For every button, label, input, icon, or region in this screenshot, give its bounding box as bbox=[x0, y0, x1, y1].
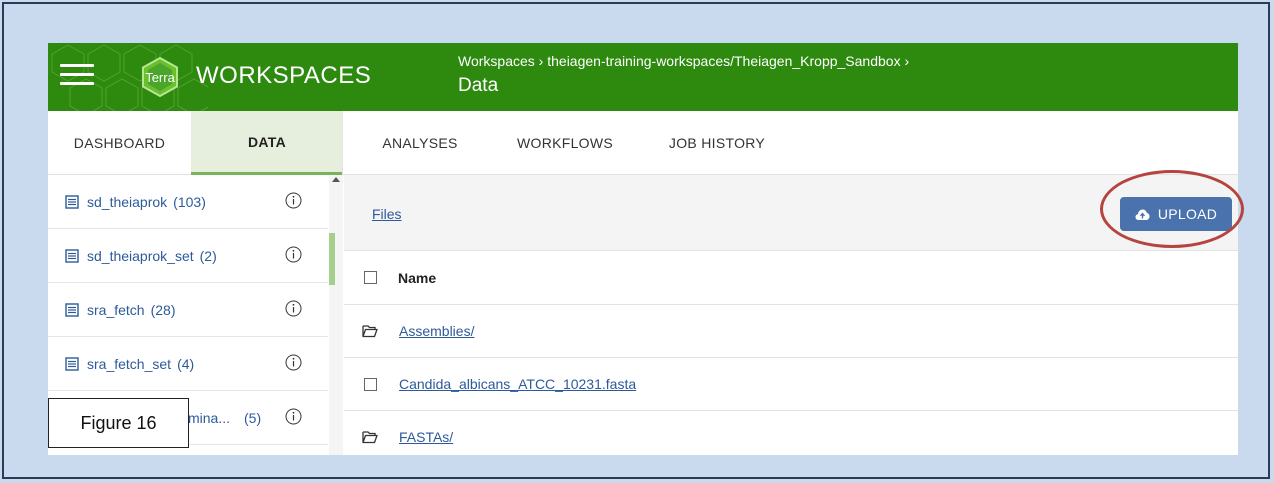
terra-window: Terra WORKSPACES Workspaces › theiagen-t… bbox=[48, 43, 1238, 455]
sidebar-item-label: sra_fetch bbox=[87, 301, 145, 318]
sidebar-item-sra-fetch[interactable]: sra_fetch (28) bbox=[48, 283, 328, 337]
table-icon bbox=[65, 356, 79, 371]
tab-job-history[interactable]: JOB HISTORY bbox=[656, 111, 778, 175]
breadcrumb-workspaces-link[interactable]: Workspaces bbox=[458, 53, 535, 69]
row-checkbox[interactable] bbox=[364, 378, 377, 391]
hamburger-menu-icon[interactable] bbox=[60, 58, 96, 94]
sidebar-item-label: sd_theiaprok bbox=[87, 193, 168, 210]
table-icon bbox=[65, 194, 79, 209]
app-header: Terra WORKSPACES Workspaces › theiagen-t… bbox=[48, 43, 1238, 111]
table-icon bbox=[65, 248, 79, 263]
scrollbar-thumb[interactable] bbox=[329, 233, 335, 285]
tab-bar: DASHBOARD DATA ANALYSES WORKFLOWS JOB HI… bbox=[48, 111, 1238, 175]
info-icon[interactable] bbox=[285, 192, 302, 209]
table-icon bbox=[65, 302, 79, 317]
column-header-name[interactable]: Name bbox=[398, 270, 436, 286]
file-name-link[interactable]: Assemblies/ bbox=[399, 323, 474, 339]
sidebar-item-count: (4) bbox=[177, 355, 195, 372]
sidebar-item-label: mina... bbox=[188, 409, 231, 426]
file-row[interactable]: Assemblies/ bbox=[344, 305, 1238, 358]
tab-dashboard[interactable]: DASHBOARD bbox=[48, 111, 191, 175]
figure-label: Figure 16 bbox=[48, 398, 189, 448]
terra-logo[interactable]: Terra bbox=[140, 56, 180, 98]
breadcrumb-separator: › bbox=[538, 53, 544, 69]
app-title[interactable]: WORKSPACES bbox=[196, 62, 371, 90]
sidebar-item-sd-theiaprok[interactable]: sd_theiaprok (103) bbox=[48, 175, 328, 229]
info-icon[interactable] bbox=[285, 300, 302, 317]
info-icon[interactable] bbox=[285, 354, 302, 371]
tab-data[interactable]: DATA bbox=[191, 111, 343, 175]
tab-workflows[interactable]: WORKFLOWS bbox=[504, 111, 626, 175]
folder-open-icon bbox=[362, 431, 378, 444]
tab-divider bbox=[342, 111, 343, 175]
info-icon[interactable] bbox=[285, 408, 302, 425]
file-row[interactable]: FASTAs/ bbox=[344, 411, 1238, 455]
scroll-up-arrow-icon[interactable] bbox=[332, 177, 340, 182]
sidebar-item-sra-fetch-set[interactable]: sra_fetch_set (4) bbox=[48, 337, 328, 391]
files-breadcrumb-link[interactable]: Files bbox=[372, 206, 402, 222]
sidebar-item-count: (2) bbox=[199, 247, 217, 264]
sidebar-item-label: sra_fetch_set bbox=[87, 355, 172, 372]
file-list-header: Name bbox=[344, 251, 1238, 305]
info-icon[interactable] bbox=[285, 246, 302, 263]
breadcrumb: Workspaces › theiagen-training-workspace… bbox=[458, 53, 909, 69]
sidebar-item-count: (28) bbox=[150, 301, 176, 318]
tab-analyses[interactable]: ANALYSES bbox=[366, 111, 474, 175]
file-row[interactable]: Candida_albicans_ATCC_10231.fasta bbox=[344, 358, 1238, 411]
breadcrumb-workspace-link[interactable]: theiagen-training-workspaces/Theiagen_Kr… bbox=[547, 53, 900, 69]
sidebar-item-label: sd_theiaprok_set bbox=[87, 247, 194, 264]
terra-logo-text: Terra bbox=[145, 69, 175, 85]
page-title: Data bbox=[458, 75, 499, 96]
folder-open-icon bbox=[362, 325, 378, 338]
file-name-link[interactable]: FASTAs/ bbox=[399, 429, 453, 445]
file-name-link[interactable]: Candida_albicans_ATCC_10231.fasta bbox=[399, 376, 636, 392]
select-all-checkbox[interactable] bbox=[364, 271, 377, 284]
sidebar-item-sd-theiaprok-set[interactable]: sd_theiaprok_set (2) bbox=[48, 229, 328, 283]
annotation-highlight-ellipse bbox=[1100, 170, 1244, 248]
sidebar-scrollbar[interactable] bbox=[329, 175, 343, 455]
sidebar-item-count: (5) bbox=[244, 409, 262, 426]
sidebar-item-count: (103) bbox=[173, 193, 206, 210]
breadcrumb-separator: › bbox=[904, 53, 910, 69]
